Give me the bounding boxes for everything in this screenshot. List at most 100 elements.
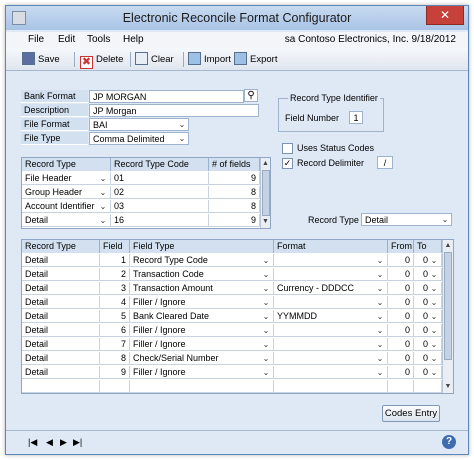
record-type-cell[interactable]: Detail (22, 352, 100, 365)
field-number-cell[interactable]: 8 (100, 352, 130, 365)
bank-format-field[interactable]: JP MORGAN (89, 90, 244, 103)
from-cell[interactable]: 0 (388, 338, 414, 351)
format-cell[interactable]: ⌄ (274, 296, 388, 309)
field-type-cell[interactable]: Bank Cleared Date ⌄ (130, 310, 274, 323)
format-cell[interactable]: ⌄ (274, 366, 388, 379)
menu-file[interactable]: File (28, 34, 44, 45)
field-number-cell[interactable]: 6 (100, 324, 130, 337)
record-type-code-cell[interactable]: 01 (111, 172, 209, 185)
record-type-code-cell[interactable]: 02 (111, 186, 209, 199)
format-cell[interactable]: YYMMDD ⌄ (274, 310, 388, 323)
save-button[interactable]: Save (22, 51, 60, 68)
field-number-cell[interactable]: 7 (100, 338, 130, 351)
record-type-cell[interactable]: Detail (22, 338, 100, 351)
field-number-field[interactable]: 1 (349, 111, 363, 124)
uses-status-codes-checkbox[interactable] (282, 143, 293, 154)
format-cell[interactable]: ⌄ (274, 268, 388, 281)
record-types-scrollbar[interactable]: ▲ ▼ (260, 158, 270, 228)
empty-cell[interactable] (414, 380, 442, 393)
num-fields-cell[interactable]: 9 (209, 214, 260, 227)
empty-cell[interactable] (100, 380, 130, 393)
import-button[interactable]: Import (188, 51, 231, 68)
format-cell[interactable]: ⌄ (274, 338, 388, 351)
from-cell[interactable]: 0 (388, 352, 414, 365)
record-type-cell[interactable]: Detail (22, 296, 100, 309)
file-type-select[interactable]: Comma Delimited ⌄ (89, 132, 189, 145)
magnifier-icon[interactable]: ⚲ (244, 89, 258, 102)
format-cell[interactable]: ⌄ (274, 254, 388, 267)
scroll-down-icon[interactable]: ▼ (443, 382, 453, 392)
field-number-cell[interactable]: 4 (100, 296, 130, 309)
record-delimiter-field[interactable]: / (377, 156, 393, 169)
record-type-cell[interactable]: Detail (22, 366, 100, 379)
field-type-cell[interactable]: Filler / Ignore ⌄ (130, 366, 274, 379)
record-type-filter-select[interactable]: Detail ⌄ (361, 213, 452, 226)
field-type-cell[interactable]: Record Type Code ⌄ (130, 254, 274, 267)
scroll-up-icon[interactable]: ▲ (443, 241, 453, 251)
num-fields-cell[interactable]: 8 (209, 200, 260, 213)
format-cell[interactable]: ⌄ (274, 352, 388, 365)
to-cell[interactable]: 0 ⌄ (414, 282, 442, 295)
menu-help[interactable]: Help (123, 34, 144, 45)
field-type-cell[interactable]: Transaction Amount ⌄ (130, 282, 274, 295)
record-type-cell[interactable]: Detail (22, 324, 100, 337)
record-type-cell[interactable]: File Header ⌄ (22, 172, 111, 185)
from-cell[interactable]: 0 (388, 254, 414, 267)
from-cell[interactable]: 0 (388, 296, 414, 309)
record-type-cell[interactable]: Detail (22, 268, 100, 281)
previous-record-icon[interactable]: ◀ (46, 437, 53, 448)
export-button[interactable]: Export (234, 51, 277, 68)
record-type-cell[interactable]: Detail ⌄ (22, 214, 111, 227)
format-cell[interactable]: Currency - DDDCC ⌄ (274, 282, 388, 295)
record-type-cell[interactable]: Group Header ⌄ (22, 186, 111, 199)
to-cell[interactable]: 0 ⌄ (414, 338, 442, 351)
delete-button[interactable]: ✖ Delete (80, 51, 123, 69)
file-format-select[interactable]: BAI ⌄ (89, 118, 189, 131)
field-type-cell[interactable]: Filler / Ignore ⌄ (130, 338, 274, 351)
to-cell[interactable]: 0 ⌄ (414, 352, 442, 365)
menu-tools[interactable]: Tools (87, 34, 110, 45)
empty-cell[interactable] (388, 380, 414, 393)
format-cell[interactable]: ⌄ (274, 324, 388, 337)
fields-grid-scrollbar[interactable]: ▲ ▼ (442, 240, 453, 393)
scroll-thumb[interactable] (444, 252, 452, 360)
field-number-cell[interactable]: 1 (100, 254, 130, 267)
empty-cell[interactable] (274, 380, 388, 393)
last-record-icon[interactable]: ▶| (73, 437, 82, 448)
num-fields-cell[interactable]: 9 (209, 172, 260, 185)
record-type-cell[interactable]: Detail (22, 254, 100, 267)
field-type-cell[interactable]: Transaction Code ⌄ (130, 268, 274, 281)
field-number-cell[interactable]: 9 (100, 366, 130, 379)
empty-cell[interactable] (130, 380, 274, 393)
record-type-cell[interactable]: Detail (22, 282, 100, 295)
field-number-cell[interactable]: 2 (100, 268, 130, 281)
field-type-cell[interactable]: Filler / Ignore ⌄ (130, 324, 274, 337)
from-cell[interactable]: 0 (388, 268, 414, 281)
field-number-cell[interactable]: 3 (100, 282, 130, 295)
to-cell[interactable]: 0 ⌄ (414, 268, 442, 281)
scroll-thumb[interactable] (262, 170, 270, 216)
record-type-cell[interactable]: Account Identifier ⌄ (22, 200, 111, 213)
field-type-cell[interactable]: Check/Serial Number ⌄ (130, 352, 274, 365)
from-cell[interactable]: 0 (388, 282, 414, 295)
first-record-icon[interactable]: |◀ (28, 437, 37, 448)
clear-button[interactable]: Clear (135, 51, 174, 68)
record-type-code-cell[interactable]: 16 (111, 214, 209, 227)
field-number-cell[interactable]: 5 (100, 310, 130, 323)
empty-cell[interactable] (22, 380, 100, 393)
from-cell[interactable]: 0 (388, 324, 414, 337)
description-field[interactable]: JP Morgan (89, 104, 259, 117)
help-icon[interactable]: ? (442, 435, 456, 449)
close-button[interactable]: ✕ (426, 6, 464, 25)
scroll-down-icon[interactable]: ▼ (261, 217, 270, 227)
from-cell[interactable]: 0 (388, 366, 414, 379)
scroll-up-icon[interactable]: ▲ (261, 159, 270, 169)
to-cell[interactable]: 0 ⌄ (414, 254, 442, 267)
num-fields-cell[interactable]: 8 (209, 186, 260, 199)
to-cell[interactable]: 0 ⌄ (414, 310, 442, 323)
record-type-code-cell[interactable]: 03 (111, 200, 209, 213)
to-cell[interactable]: 0 ⌄ (414, 366, 442, 379)
field-type-cell[interactable]: Filler / Ignore ⌄ (130, 296, 274, 309)
from-cell[interactable]: 0 (388, 310, 414, 323)
record-type-cell[interactable]: Detail (22, 310, 100, 323)
